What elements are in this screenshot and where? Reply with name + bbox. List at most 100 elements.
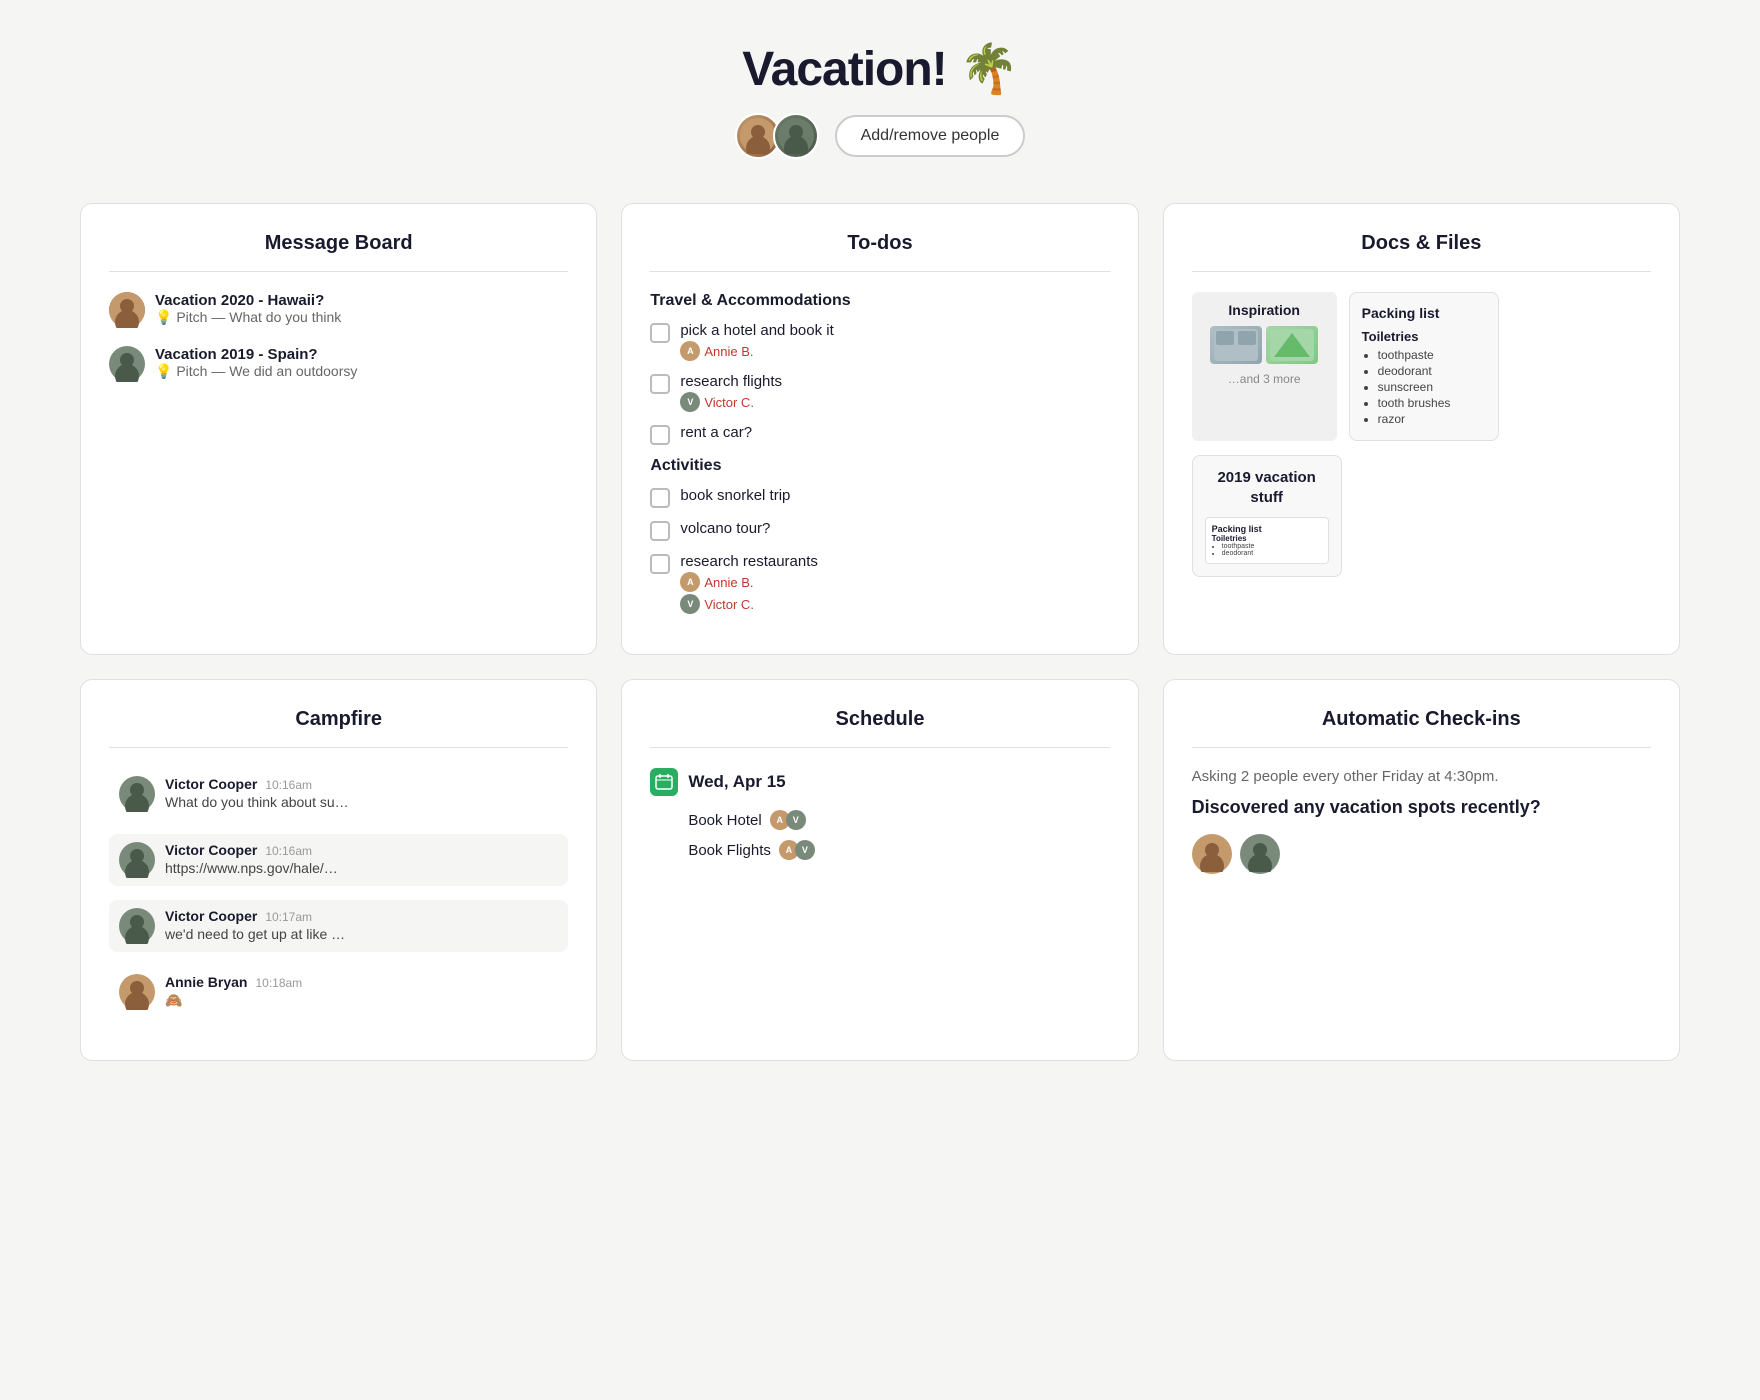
todo-assignee-name-1: Annie B.: [704, 344, 753, 359]
msg-avatar-1: [109, 292, 145, 328]
packing-list-title: Packing list: [1362, 305, 1486, 321]
todo-section-travel: Travel & Accommodations: [650, 292, 1109, 310]
msg-subtitle-1: 💡 Pitch — What do you think: [155, 309, 341, 326]
message-board-card: Message Board Vacation 2020 - Hawaii? 💡 …: [80, 203, 597, 655]
chat-meta-1: Victor Cooper 10:16am: [165, 776, 349, 792]
docs-title: Docs & Files: [1192, 232, 1651, 255]
todo-assignee-2: V Victor C.: [680, 392, 782, 412]
chat-text-2: https://www.nps.gov/hale/…: [165, 860, 338, 876]
todo-item-6: research restaurants A Annie B. V Victor…: [650, 553, 1109, 614]
page-title: Vacation! 🌴: [0, 40, 1760, 97]
chat-text-1: What do you think about su…: [165, 794, 349, 810]
chat-item-1[interactable]: Victor Cooper 10:16am What do you think …: [109, 768, 568, 820]
inspiration-thumbs: [1202, 326, 1327, 364]
message-item-1[interactable]: Vacation 2020 - Hawaii? 💡 Pitch — What d…: [109, 292, 568, 328]
todo-checkbox-4[interactable]: [650, 488, 670, 508]
list-item: sunscreen: [1378, 380, 1486, 394]
folder-2019-mini-list: toothpaste deodorant: [1212, 543, 1322, 557]
todo-section-activities: Activities: [650, 457, 1109, 475]
chat-meta-4: Annie Bryan 10:18am: [165, 974, 302, 990]
chat-text-3: we'd need to get up at like …: [165, 926, 345, 942]
message-board-title: Message Board: [109, 232, 568, 255]
chat-item-3[interactable]: Victor Cooper 10:17am we'd need to get u…: [109, 900, 568, 952]
todo-checkbox-5[interactable]: [650, 521, 670, 541]
schedule-event-name-1: Book Hotel: [688, 812, 761, 829]
campfire-title: Campfire: [109, 708, 568, 731]
list-item: tooth brushes: [1378, 396, 1486, 410]
msg-avatar-2: [109, 346, 145, 382]
list-item: deodorant: [1222, 550, 1322, 557]
todo-mini-avatar-6b: V: [680, 594, 700, 614]
checkin-avatar-victor: [1240, 834, 1280, 874]
list-item: toothpaste: [1222, 543, 1322, 550]
schedule-event-2[interactable]: Book Flights A V: [688, 840, 1109, 860]
todo-checkbox-6[interactable]: [650, 554, 670, 574]
docs-card: Docs & Files Inspiration: [1163, 203, 1680, 655]
chat-name-2: Victor Cooper: [165, 842, 257, 858]
chat-time-2: 10:16am: [265, 844, 312, 858]
chat-name-1: Victor Cooper: [165, 776, 257, 792]
folder-2019-mini-title: Packing list: [1212, 524, 1322, 534]
docs-row-2: 2019 vacation stuff Packing list Toiletr…: [1192, 455, 1651, 577]
todo-item-3: rent a car?: [650, 424, 1109, 445]
schedule-date: Wed, Apr 15: [650, 768, 1109, 796]
inspiration-title: Inspiration: [1202, 302, 1327, 318]
checkins-card: Automatic Check-ins Asking 2 people ever…: [1163, 679, 1680, 1061]
chat-item-2[interactable]: Victor Cooper 10:16am https://www.nps.go…: [109, 834, 568, 886]
schedule-card: Schedule Wed, Apr 15 Book Hotel A V Book…: [621, 679, 1138, 1061]
message-item-2[interactable]: Vacation 2019 - Spain? 💡 Pitch — We did …: [109, 346, 568, 382]
todo-text-1: pick a hotel and book it: [680, 322, 833, 339]
msg-title-1: Vacation 2020 - Hawaii?: [155, 292, 341, 309]
schedule-title: Schedule: [650, 708, 1109, 731]
chat-item-4[interactable]: Annie Bryan 10:18am 🙈: [109, 966, 568, 1018]
todo-mini-avatar-6a: A: [680, 572, 700, 592]
header-avatars: Add/remove people: [0, 113, 1760, 159]
schedule-avatars-1: A V: [770, 810, 806, 830]
todo-assignee-6b: V Victor C.: [680, 594, 818, 614]
todo-checkbox-1[interactable]: [650, 323, 670, 343]
packing-list-items: toothpaste deodorant sunscreen tooth bru…: [1362, 348, 1486, 426]
schedule-event-name-2: Book Flights: [688, 842, 771, 859]
msg-content-1: Vacation 2020 - Hawaii? 💡 Pitch — What d…: [155, 292, 341, 326]
chat-avatar-1: [119, 776, 155, 812]
todo-checkbox-3[interactable]: [650, 425, 670, 445]
chat-avatar-2: [119, 842, 155, 878]
todo-item-1: pick a hotel and book it A Annie B.: [650, 322, 1109, 361]
packing-list-card[interactable]: Packing list Toiletries toothpaste deodo…: [1349, 292, 1499, 441]
add-people-button[interactable]: Add/remove people: [835, 115, 1026, 157]
chat-text-4: 🙈: [165, 992, 302, 1009]
avatar-victor: [773, 113, 819, 159]
sched-avatar-1b: V: [786, 810, 806, 830]
todo-item-4: book snorkel trip: [650, 487, 1109, 508]
todo-assignee-6: A Annie B.: [680, 572, 818, 592]
schedule-event-1[interactable]: Book Hotel A V: [688, 810, 1109, 830]
checkin-description: Asking 2 people every other Friday at 4:…: [1192, 768, 1651, 785]
list-item: deodorant: [1378, 364, 1486, 378]
msg-content-2: Vacation 2019 - Spain? 💡 Pitch — We did …: [155, 346, 357, 380]
chat-name-4: Annie Bryan: [165, 974, 247, 990]
chat-meta-2: Victor Cooper 10:16am: [165, 842, 338, 858]
folder-2019-mini: Packing list Toiletries toothpaste deodo…: [1205, 517, 1329, 564]
todo-mini-avatar-2: V: [680, 392, 700, 412]
checkins-title: Automatic Check-ins: [1192, 708, 1651, 731]
checkin-avatar-annie: [1192, 834, 1232, 874]
todo-checkbox-2[interactable]: [650, 374, 670, 394]
inspiration-more: …and 3 more: [1202, 372, 1327, 386]
inspiration-doc-card[interactable]: Inspiration: [1192, 292, 1337, 441]
todo-text-3: rent a car?: [680, 424, 752, 441]
campfire-card: Campfire Victor Cooper 10:16am What do y…: [80, 679, 597, 1061]
chat-time-1: 10:16am: [265, 778, 312, 792]
msg-subtitle-2: 💡 Pitch — We did an outdoorsy: [155, 363, 357, 380]
todo-item-5: volcano tour?: [650, 520, 1109, 541]
todo-assignee-1: A Annie B.: [680, 341, 833, 361]
docs-row-1: Inspiration: [1192, 292, 1651, 441]
msg-title-2: Vacation 2019 - Spain?: [155, 346, 357, 363]
todo-assignee-name-6: Annie B.: [704, 575, 753, 590]
insp-thumb-2: [1266, 326, 1318, 364]
todo-text-2: research flights: [680, 373, 782, 390]
todo-text-6: research restaurants: [680, 553, 818, 570]
todo-item-2: research flights V Victor C.: [650, 373, 1109, 412]
folder-2019-card[interactable]: 2019 vacation stuff Packing list Toiletr…: [1192, 455, 1342, 577]
chat-meta-3: Victor Cooper 10:17am: [165, 908, 345, 924]
todo-mini-avatar-1: A: [680, 341, 700, 361]
